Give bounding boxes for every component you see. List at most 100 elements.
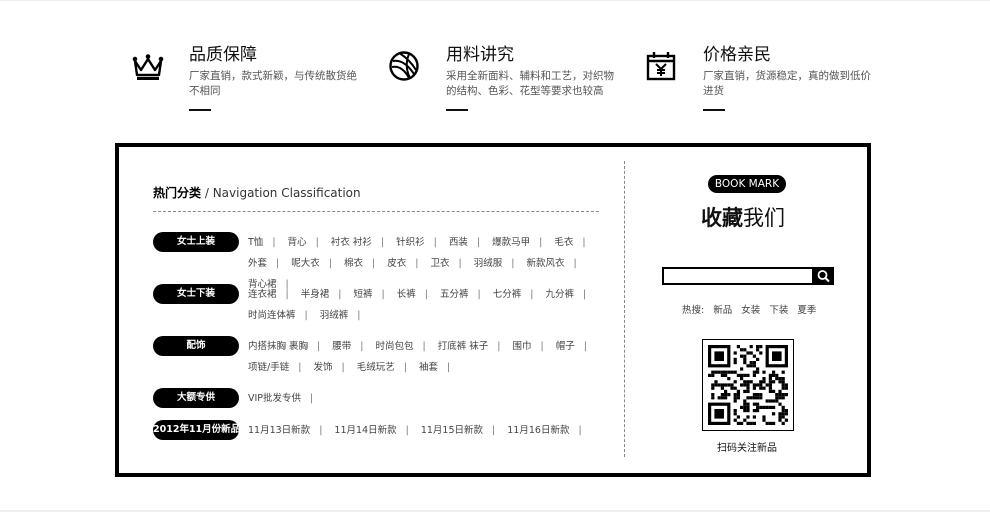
category-item-link[interactable]: 卫衣 (431, 258, 450, 269)
item-separator: | (477, 289, 481, 300)
item-separator: | (403, 362, 407, 373)
price-calendar-icon (646, 52, 676, 81)
item-separator: | (583, 289, 587, 300)
category-item-link[interactable]: T恤 (248, 237, 263, 248)
item-separator: | (433, 237, 437, 248)
category-item-link[interactable]: 五分裤 (440, 289, 469, 300)
category-item-link[interactable]: 长裤 (397, 289, 416, 300)
feature-title: 品质保障 (189, 45, 257, 65)
hot-search-link[interactable]: 女装 (741, 305, 760, 316)
category-item-link[interactable]: 羽绒裤 (320, 310, 349, 321)
category-item-link[interactable]: 羽绒服 (474, 258, 503, 269)
category-item-link[interactable]: 11月15日新款 (421, 425, 483, 436)
item-separator: | (304, 310, 308, 321)
category-item-link[interactable]: 腰带 (332, 341, 351, 352)
category-item-link[interactable]: 项链/手链 (248, 362, 289, 373)
item-separator: | (317, 341, 321, 352)
category-items: 连衣裙 | 半身裙 | 短裤 | 长裤 | 五分裤 | 七分裤 | 九分裤 | 时尚连体裤 | … (248, 284, 608, 326)
item-separator: | (380, 237, 385, 248)
bookmark-badge: BOOK MARK (708, 175, 786, 193)
category-item-link[interactable]: VIP批发专供 (248, 393, 301, 404)
qr-code-image (708, 345, 788, 425)
item-separator: | (540, 341, 544, 352)
item-separator: | (381, 289, 385, 300)
category-pill[interactable]: 大额专供 (153, 388, 239, 408)
item-separator: | (298, 362, 302, 373)
item-separator: | (573, 258, 577, 269)
category-item-link[interactable]: 毛绒玩艺 (357, 362, 395, 373)
category-item-link[interactable]: 针织衫 (396, 237, 425, 248)
category-item-link[interactable]: 皮衣 (387, 258, 406, 269)
category-item-link[interactable]: 内搭抹胸 裹胸 (248, 341, 308, 352)
category-item-link[interactable]: 爆款马甲 (492, 237, 530, 248)
category-item-link[interactable]: 七分裤 (493, 289, 522, 300)
category-item-link[interactable]: 时尚包包 (376, 341, 414, 352)
feature-desc: 厂家直销，款式新颖，与传统散货绝不相同 (189, 70, 357, 97)
item-separator: | (372, 258, 376, 269)
category-pill[interactable]: 2012年11月份新品 (153, 420, 240, 440)
category-item-link[interactable]: 西装 (449, 237, 468, 248)
category-item-link[interactable]: 新款风衣 (527, 258, 565, 269)
category-item-link[interactable]: 呢大衣 (291, 258, 320, 269)
category-item-link[interactable]: 打底裤 袜子 (438, 341, 489, 352)
category-item-link[interactable]: 11月14日新款 (334, 425, 396, 436)
category-item-link[interactable]: 连衣裙 (248, 289, 277, 300)
bookmark-title-rest: 我们 (743, 206, 785, 230)
item-separator: | (497, 341, 501, 352)
feature-title: 用料讲究 (446, 45, 514, 65)
category-item-link[interactable]: 九分裤 (546, 289, 575, 300)
item-separator: | (539, 237, 543, 248)
nav-title: 热门分类 / Navigation Classification (153, 184, 361, 201)
item-separator: | (578, 425, 582, 436)
item-separator: | (405, 425, 409, 436)
category-item-link[interactable]: 袖套 (419, 362, 438, 373)
feature-underline (446, 109, 468, 111)
category-item-link[interactable]: 棉衣 (344, 258, 363, 269)
category-item-link[interactable]: 外套 (248, 258, 267, 269)
nav-title-rest: / Navigation Classification (201, 186, 361, 200)
hot-searches: 热搜: 新品 女装 下装 夏季 (682, 302, 822, 316)
top-divider (0, 0, 990, 1)
item-separator: | (446, 362, 451, 373)
category-item-link[interactable]: 衬衣 衬衫 (331, 237, 372, 248)
category-item-link[interactable]: 11月16日新款 (507, 425, 569, 436)
item-separator: | (476, 237, 481, 248)
search-button[interactable] (813, 267, 834, 285)
search-input[interactable] (662, 267, 814, 285)
item-separator: | (319, 425, 323, 436)
hot-search-link[interactable]: 下装 (769, 305, 788, 316)
search-icon (817, 270, 830, 283)
item-separator: | (328, 258, 332, 269)
item-separator: | (583, 341, 587, 352)
category-pill[interactable]: 配饰 (153, 336, 239, 356)
category-item-link[interactable]: 时尚连体裤 (248, 310, 296, 321)
category-pill[interactable]: 女士下装 (153, 284, 239, 304)
category-item-link[interactable]: 毛衣 (554, 237, 573, 248)
item-separator: | (338, 289, 342, 300)
category-item-link[interactable]: 半身裙 (301, 289, 330, 300)
feature-title: 价格亲民 (703, 45, 771, 65)
category-item-link[interactable]: 短裤 (354, 289, 373, 300)
category-item-link[interactable]: 背心 (288, 237, 307, 248)
item-separator: | (458, 258, 462, 269)
feature-underline (703, 109, 725, 111)
category-items: VIP批发专供 | (248, 388, 608, 409)
item-separator: | (415, 258, 419, 269)
item-separator: | (492, 425, 496, 436)
item-separator: | (582, 237, 586, 248)
item-separator: | (530, 289, 534, 300)
item-separator: | (422, 341, 426, 352)
item-separator: | (315, 237, 319, 248)
category-item-link[interactable]: 11月13日新款 (248, 425, 310, 436)
category-item-link[interactable]: 围巾 (513, 341, 532, 352)
category-pill[interactable]: 女士上装 (153, 232, 239, 252)
item-separator: | (276, 258, 280, 269)
nav-title-bold: 热门分类 (153, 186, 202, 200)
crown-icon (132, 54, 164, 80)
item-separator: | (341, 362, 345, 373)
category-item-link[interactable]: 发饰 (313, 362, 332, 373)
hot-search-link[interactable]: 夏季 (797, 305, 816, 316)
category-item-link[interactable]: 帽子 (556, 341, 575, 352)
item-separator: | (357, 310, 361, 321)
hot-search-link[interactable]: 新品 (713, 305, 732, 316)
